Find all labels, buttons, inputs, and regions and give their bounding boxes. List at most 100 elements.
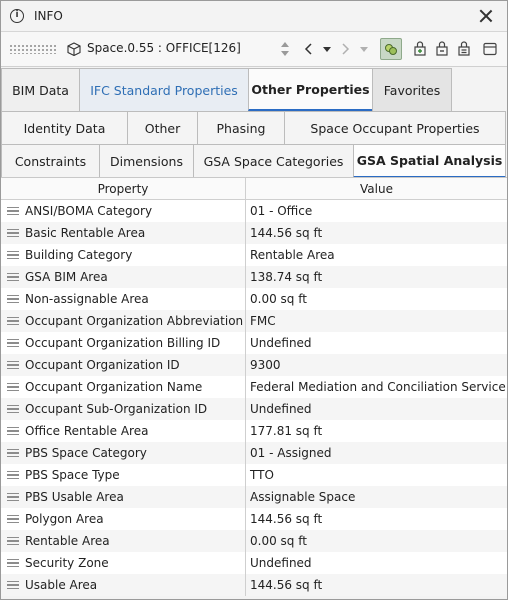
add-to-favorites-button[interactable] (409, 38, 431, 60)
table-row[interactable]: Occupant Sub-Organization ID Undefined (1, 398, 507, 420)
toolbar-grip-handle[interactable] (9, 44, 57, 54)
bag-plus-icon (414, 41, 426, 56)
column-header-value[interactable]: Value (246, 178, 507, 199)
property-value[interactable]: FMC (246, 314, 507, 328)
tab-gsa-space-categories[interactable]: GSA Space Categories (193, 144, 354, 178)
tab-other[interactable]: Other (127, 111, 198, 144)
selected-element-name: Space.0.55 : OFFICE[126] (87, 41, 241, 55)
table-row[interactable]: Rentable Area 0.00 sq ft (1, 530, 507, 552)
drag-handle-icon[interactable] (7, 493, 19, 501)
tab-constraints[interactable]: Constraints (1, 144, 100, 178)
drag-handle-icon[interactable] (7, 339, 19, 347)
drag-handle-icon[interactable] (7, 295, 19, 303)
property-value[interactable]: 144.56 sq ft (246, 512, 507, 526)
property-name: Rentable Area (25, 534, 110, 548)
bag-list-button[interactable] (453, 38, 475, 60)
tab-favorites[interactable]: Favorites (372, 68, 452, 111)
property-value[interactable]: 9300 (246, 358, 507, 372)
tab-space-occupant-properties[interactable]: Space Occupant Properties (284, 111, 506, 144)
property-name: PBS Space Type (25, 468, 120, 482)
drag-handle-icon[interactable] (7, 559, 19, 567)
table-row[interactable]: Basic Rentable Area 144.56 sq ft (1, 222, 507, 244)
property-value[interactable]: Federal Mediation and Conciliation Servi… (246, 380, 507, 394)
group-tabs-row-2: Constraints Dimensions GSA Space Categor… (1, 144, 506, 178)
drag-handle-icon[interactable] (7, 317, 19, 325)
table-row[interactable]: Building Category Rentable Area (1, 244, 507, 266)
table-row[interactable]: Occupant Organization Abbreviation FMC (1, 310, 507, 332)
property-cell: Occupant Organization Name (1, 376, 246, 398)
property-value[interactable]: 144.56 sq ft (246, 226, 507, 240)
tab-other-properties[interactable]: Other Properties (248, 68, 373, 111)
property-name: Occupant Sub-Organization ID (25, 402, 208, 416)
tab-ifc-standard-properties[interactable]: IFC Standard Properties (79, 68, 249, 111)
close-button[interactable] (477, 7, 495, 25)
table-row[interactable]: ANSI/BOMA Category 01 - Office (1, 200, 507, 222)
property-name: Usable Area (25, 578, 98, 592)
table-row[interactable]: Non-assignable Area 0.00 sq ft (1, 288, 507, 310)
table-header: Property Value (1, 178, 507, 200)
window-title: INFO (34, 9, 63, 23)
tab-phasing[interactable]: Phasing (197, 111, 285, 144)
property-value[interactable]: Rentable Area (246, 248, 507, 262)
tab-identity-data[interactable]: Identity Data (1, 111, 128, 144)
property-name: Occupant Organization Billing ID (25, 336, 221, 350)
table-row[interactable]: Occupant Organization ID 9300 (1, 354, 507, 376)
drag-handle-icon[interactable] (7, 405, 19, 413)
drag-handle-icon[interactable] (7, 383, 19, 391)
bag-button[interactable] (431, 38, 453, 60)
tab-dimensions[interactable]: Dimensions (99, 144, 194, 178)
drag-handle-icon[interactable] (7, 207, 19, 215)
drag-handle-icon[interactable] (7, 229, 19, 237)
table-row[interactable]: GSA BIM Area 138.74 sq ft (1, 266, 507, 288)
panel-layout-button[interactable] (479, 38, 501, 60)
table-row[interactable]: PBS Space Category 01 - Assigned (1, 442, 507, 464)
link-elements-button[interactable] (380, 38, 402, 60)
property-value[interactable]: 138.74 sq ft (246, 270, 507, 284)
updown-icon[interactable] (280, 40, 290, 58)
property-name: GSA BIM Area (25, 270, 108, 284)
drag-handle-icon[interactable] (7, 361, 19, 369)
drag-handle-icon[interactable] (7, 581, 19, 589)
cube-icon (67, 42, 81, 56)
table-row[interactable]: Occupant Organization Name Federal Mediat… (1, 376, 507, 398)
drag-handle-icon[interactable] (7, 471, 19, 479)
drag-handle-icon[interactable] (7, 273, 19, 281)
info-window: i INFO Space.0.55 : OFFICE[126] BIM Data… (0, 0, 508, 600)
property-name: ANSI/BOMA Category (25, 204, 153, 218)
drag-handle-icon[interactable] (7, 449, 19, 457)
drag-handle-icon[interactable] (7, 515, 19, 523)
property-cell: PBS Space Category (1, 442, 246, 464)
property-value[interactable]: 0.00 sq ft (246, 292, 507, 306)
drag-handle-icon[interactable] (7, 427, 19, 435)
property-value[interactable]: Undefined (246, 402, 507, 416)
table-row[interactable]: Occupant Organization Billing ID Undefine… (1, 332, 507, 354)
property-name: Occupant Organization Name (25, 380, 203, 394)
property-cell: Basic Rentable Area (1, 222, 246, 244)
column-header-property[interactable]: Property (1, 178, 246, 199)
table-row[interactable]: Security Zone Undefined (1, 552, 507, 574)
property-value[interactable]: 01 - Office (246, 204, 507, 218)
property-value[interactable]: 177.81 sq ft (246, 424, 507, 438)
property-value[interactable]: 144.56 sq ft (246, 578, 507, 592)
tab-gsa-spatial-analysis[interactable]: GSA Spatial Analysis (353, 144, 506, 178)
table-row[interactable]: Usable Area 144.56 sq ft (1, 574, 507, 596)
property-name: Polygon Area (25, 512, 104, 526)
property-table: Property Value ANSI/BOMA Category 01 - Of… (1, 177, 507, 596)
property-value[interactable]: 0.00 sq ft (246, 534, 507, 548)
drag-handle-icon[interactable] (7, 537, 19, 545)
property-value[interactable]: TTO (246, 468, 507, 482)
table-row[interactable]: Office Rentable Area 177.81 sq ft (1, 420, 507, 442)
property-value[interactable]: Assignable Space (246, 490, 507, 504)
drag-handle-icon[interactable] (7, 251, 19, 259)
table-row[interactable]: PBS Space Type TTO (1, 464, 507, 486)
previous-icon[interactable] (302, 41, 316, 57)
tab-bim-data[interactable]: BIM Data (1, 68, 80, 111)
table-row[interactable]: PBS Usable Area Assignable Space (1, 486, 507, 508)
property-cell: Non-assignable Area (1, 288, 246, 310)
property-value[interactable]: Undefined (246, 556, 507, 570)
property-value[interactable]: Undefined (246, 336, 507, 350)
dropdown-arrow-icon[interactable] (321, 41, 333, 57)
property-value[interactable]: 01 - Assigned (246, 446, 507, 460)
table-row[interactable]: Polygon Area 144.56 sq ft (1, 508, 507, 530)
info-icon: i (10, 9, 24, 23)
